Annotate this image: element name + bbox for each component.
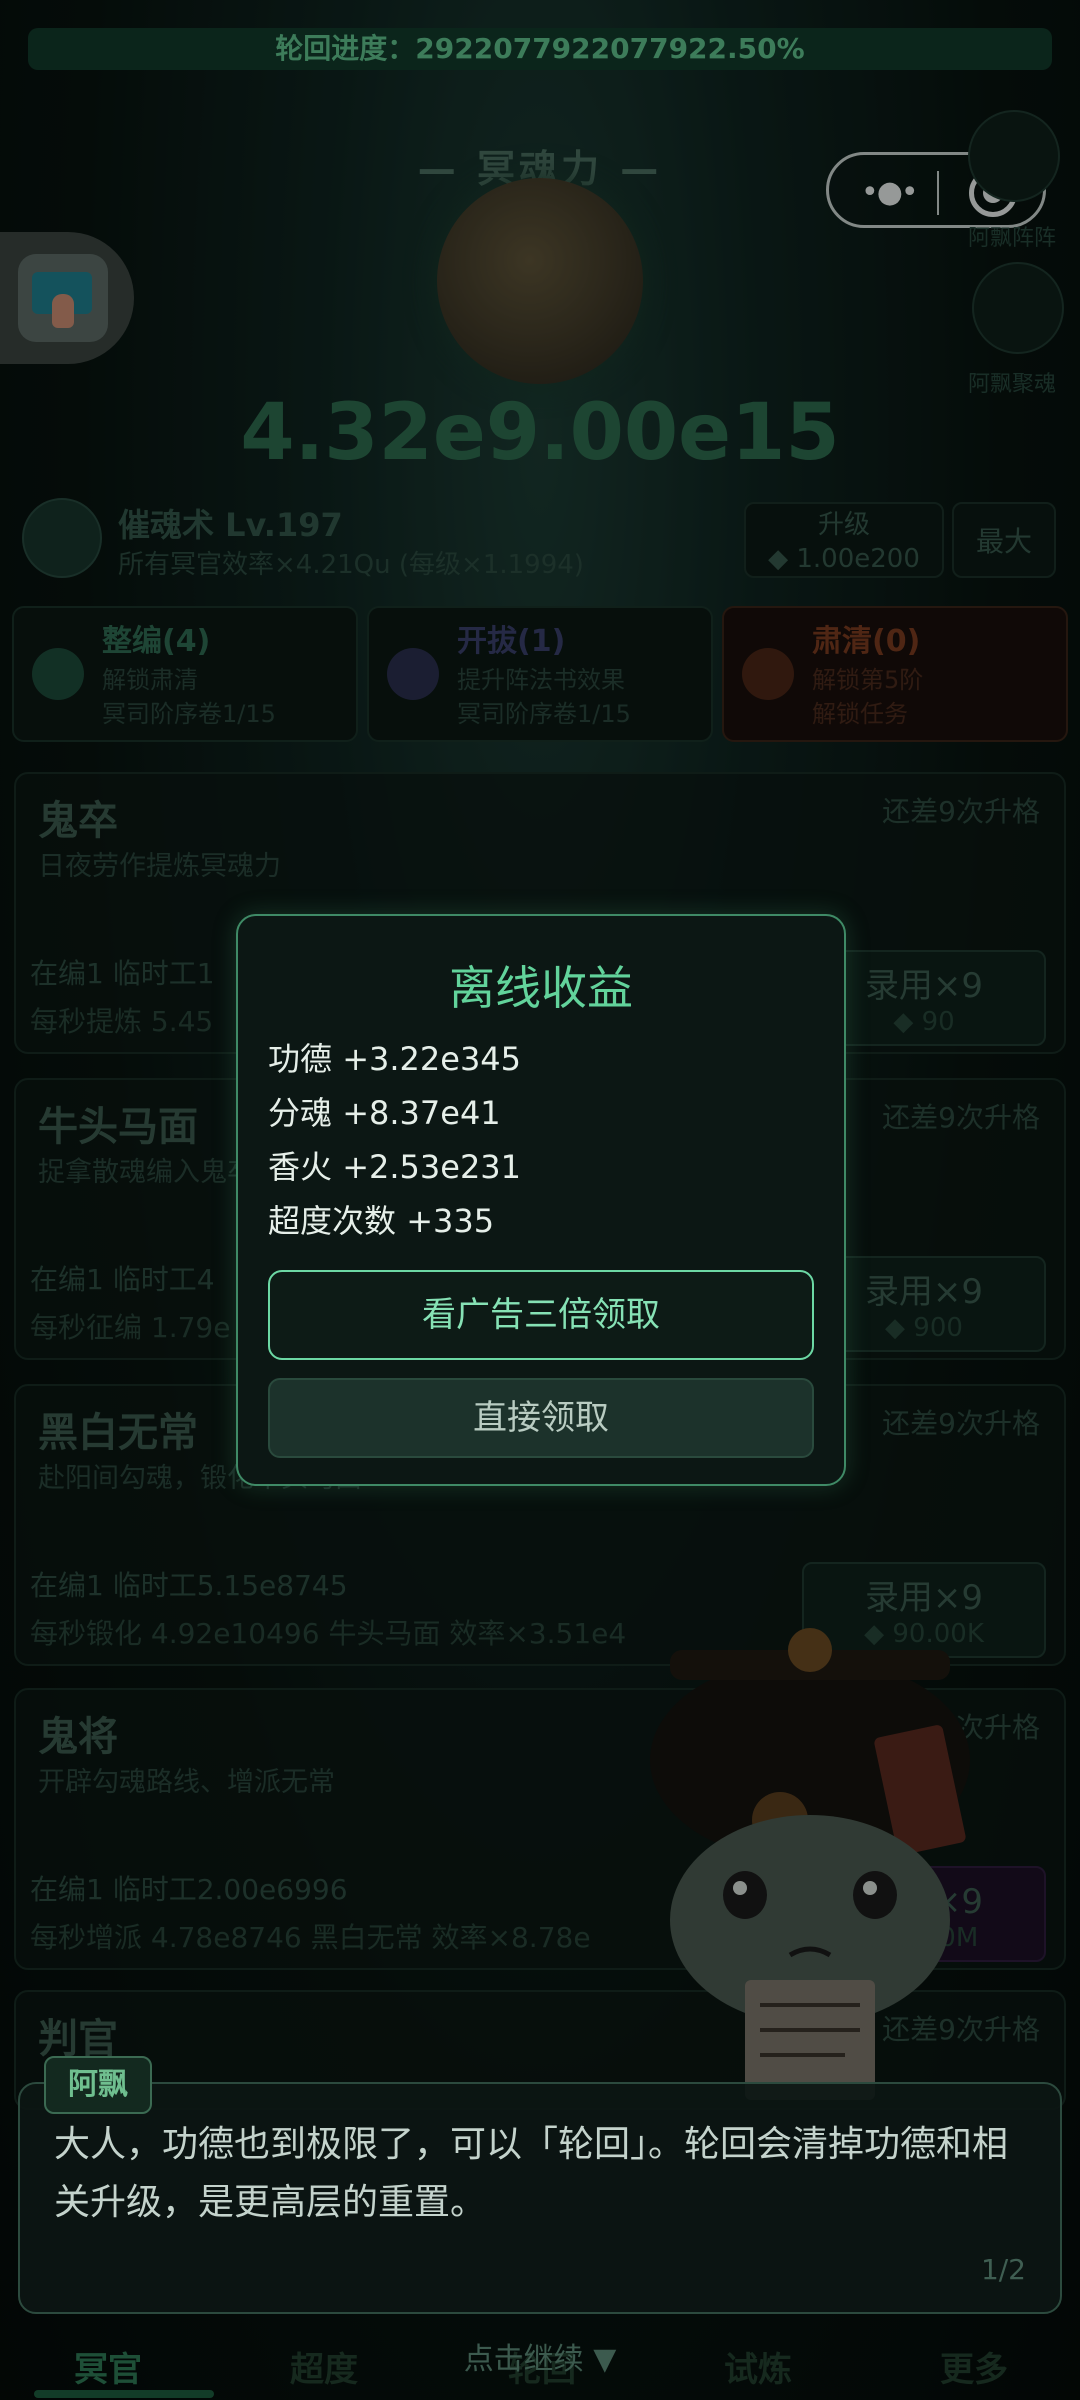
claim-directly-button[interactable]: 直接领取 xyxy=(268,1378,814,1458)
income-row-salvations: 超度次数 +335 xyxy=(268,1196,494,1242)
income-label: 香火 xyxy=(268,1148,333,1186)
income-value: +8.37e41 xyxy=(342,1094,501,1132)
income-value: +335 xyxy=(406,1202,495,1240)
income-row-incense: 香火 +2.53e231 xyxy=(268,1142,521,1188)
dialogue-text: 大人，功德也到极限了，可以「轮回」。轮回会清掉功德和相关升级，是更高层的重置。 xyxy=(54,2124,1009,2223)
income-row-split-soul: 分魂 +8.37e41 xyxy=(268,1088,501,1134)
income-label: 功德 xyxy=(268,1040,333,1078)
speaker-name: 阿飘 xyxy=(44,2056,152,2114)
offline-income-dialog: 离线收益 功德 +3.22e345 分魂 +8.37e41 香火 +2.53e2… xyxy=(236,914,846,1486)
watch-ad-triple-button[interactable]: 看广告三倍领取 xyxy=(268,1270,814,1360)
dialog-title: 离线收益 xyxy=(449,961,633,1015)
tap-to-continue-hint[interactable]: 点击继续 ▼ xyxy=(0,2334,1080,2378)
income-value: +2.53e231 xyxy=(342,1148,522,1186)
dialogue-page: 1/2 xyxy=(980,2253,1026,2286)
income-row-merit: 功德 +3.22e345 xyxy=(268,1034,521,1080)
income-label: 分魂 xyxy=(268,1094,333,1132)
dialogue-box[interactable]: 阿飘 大人，功德也到极限了，可以「轮回」。轮回会清掉功德和相关升级，是更高层的重… xyxy=(18,2056,1062,2314)
income-value: +3.22e345 xyxy=(342,1040,522,1078)
income-label: 超度次数 xyxy=(268,1202,397,1240)
